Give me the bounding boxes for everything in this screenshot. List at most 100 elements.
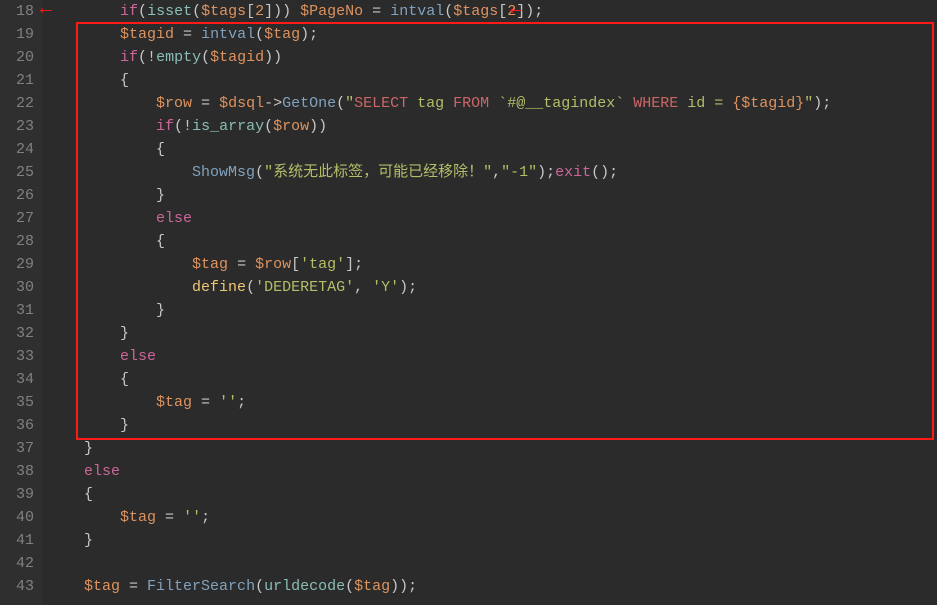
code-token: , — [354, 279, 372, 296]
code-token: $tag — [354, 578, 390, 595]
code-token — [84, 509, 120, 526]
code-token: } — [84, 532, 93, 549]
code-token: else — [156, 210, 192, 227]
code-token: )) — [264, 49, 282, 66]
line-number: 33 — [6, 345, 34, 368]
code-line[interactable]: } — [48, 184, 937, 207]
code-line[interactable]: { — [48, 483, 937, 506]
code-token: '' — [183, 509, 201, 526]
code-line[interactable]: if(!empty($tagid)) — [48, 46, 937, 69]
code-token: )); — [390, 578, 417, 595]
code-line[interactable]: else — [48, 345, 937, 368]
code-token: intval — [390, 3, 444, 20]
code-line[interactable]: if(!is_array($row)) — [48, 115, 937, 138]
code-line[interactable]: define('DEDERETAG', 'Y'); — [48, 276, 937, 299]
code-line[interactable]: { — [48, 138, 937, 161]
code-line[interactable]: $tag = $row['tag']; — [48, 253, 937, 276]
code-token: if — [156, 118, 174, 135]
line-number: 36 — [6, 414, 34, 437]
line-number: 40 — [6, 506, 34, 529]
code-token — [84, 279, 192, 296]
line-number: 24 — [6, 138, 34, 161]
code-line[interactable]: } — [48, 437, 937, 460]
code-token: -> — [264, 95, 282, 112]
code-line[interactable]: } — [48, 299, 937, 322]
code-editor[interactable]: 1819202122232425262728293031323334353637… — [0, 0, 937, 605]
line-number-gutter: 1819202122232425262728293031323334353637… — [0, 0, 42, 605]
code-token: ])) — [264, 3, 300, 20]
line-number: 37 — [6, 437, 34, 460]
code-token: [ — [246, 3, 255, 20]
code-token: = — [228, 256, 255, 273]
code-line[interactable]: { — [48, 230, 937, 253]
code-token: )) — [309, 118, 327, 135]
code-line[interactable]: $tagid = intval($tag); — [48, 23, 937, 46]
code-line[interactable]: $tag = FilterSearch(urldecode($tag)); — [48, 575, 937, 598]
code-token: $tag — [120, 509, 156, 526]
code-token: = — [192, 394, 219, 411]
code-token — [84, 256, 192, 273]
code-line[interactable]: $tag = ''; — [48, 391, 937, 414]
code-token: ( — [255, 164, 264, 181]
line-number: 22 — [6, 92, 34, 115]
code-token: $tag — [84, 578, 120, 595]
code-line[interactable]: } — [48, 414, 937, 437]
code-token: } — [84, 187, 165, 204]
code-line[interactable]: { — [48, 368, 937, 391]
code-token — [84, 26, 120, 43]
code-token: empty — [156, 49, 201, 66]
code-line[interactable]: if(isset($tags[2])) $PageNo = intval($ta… — [48, 0, 937, 23]
code-token: "系统无此标签，可能已经移除！" — [264, 164, 492, 181]
code-token: { — [84, 141, 165, 158]
code-token: = — [174, 26, 201, 43]
code-line[interactable]: else — [48, 207, 937, 230]
code-token: { — [84, 72, 129, 89]
code-token: } — [84, 417, 129, 434]
code-token: if — [120, 3, 138, 20]
code-token: $tagid — [210, 49, 264, 66]
code-token: id = — [678, 95, 732, 112]
code-token: (); — [591, 164, 618, 181]
code-line[interactable]: { — [48, 69, 937, 92]
code-token — [84, 3, 120, 20]
code-token: = — [192, 95, 219, 112]
line-number: 43 — [6, 575, 34, 598]
code-token: ; — [201, 509, 210, 526]
code-token: , — [492, 164, 501, 181]
code-token: ]); — [516, 3, 543, 20]
code-token: 2 — [255, 3, 264, 20]
code-line[interactable]: } — [48, 529, 937, 552]
code-token: "-1" — [501, 164, 537, 181]
code-token: [ — [498, 3, 507, 20]
line-number: 26 — [6, 184, 34, 207]
code-token: else — [84, 463, 120, 480]
code-line[interactable]: } — [48, 322, 937, 345]
line-number: 29 — [6, 253, 34, 276]
code-token: else — [120, 348, 156, 365]
code-token: if — [120, 49, 138, 66]
code-token: " — [345, 95, 354, 112]
code-line[interactable]: ShowMsg("系统无此标签，可能已经移除！","-1");exit(); — [48, 161, 937, 184]
code-token: 'Y' — [372, 279, 399, 296]
code-token — [84, 164, 192, 181]
code-token: ; — [237, 394, 246, 411]
code-token: { — [84, 233, 165, 250]
code-token — [84, 210, 156, 227]
code-token: 'tag' — [300, 256, 345, 273]
line-number: 21 — [6, 69, 34, 92]
code-token: ); — [537, 164, 555, 181]
code-token: ); — [813, 95, 831, 112]
code-token: { — [84, 371, 129, 388]
code-line[interactable]: else — [48, 460, 937, 483]
code-line[interactable] — [48, 552, 937, 575]
code-token: $tag — [192, 256, 228, 273]
line-number: 32 — [6, 322, 34, 345]
code-token: `#@__tagindex` — [489, 95, 633, 112]
code-token: $row — [273, 118, 309, 135]
code-token: $row — [255, 256, 291, 273]
line-number: 25 — [6, 161, 34, 184]
code-line[interactable]: $tag = ''; — [48, 506, 937, 529]
code-token: $dsql — [219, 95, 264, 112]
code-line[interactable]: $row = $dsql->GetOne("SELECT tag FROM `#… — [48, 92, 937, 115]
code-content[interactable]: if(isset($tags[2])) $PageNo = intval($ta… — [42, 0, 937, 605]
